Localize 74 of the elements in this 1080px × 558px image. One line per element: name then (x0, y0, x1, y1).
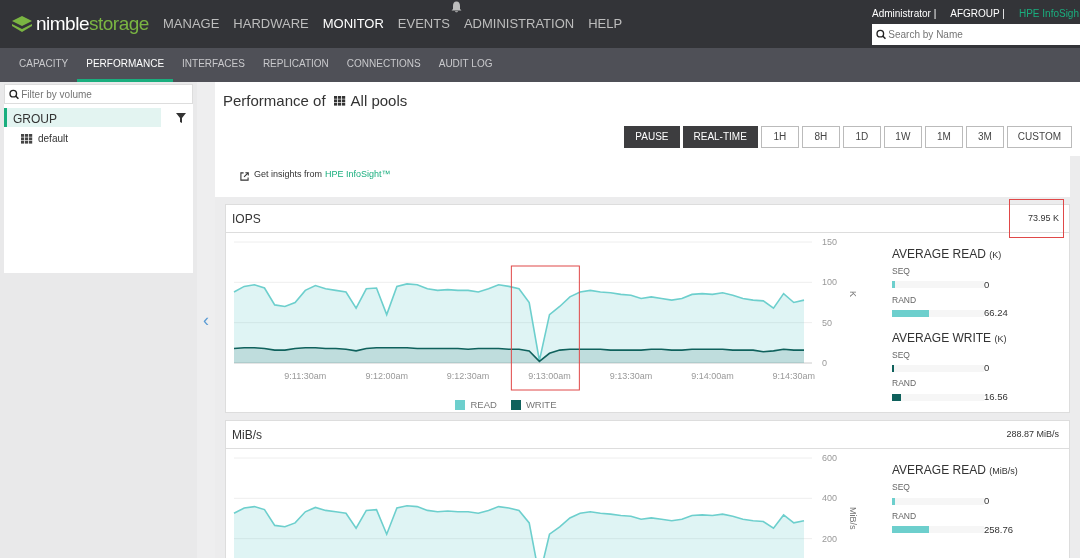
tab[interactable]: AUDIT LOG (429, 48, 502, 82)
time-button[interactable]: 1H (760, 125, 799, 148)
time-button[interactable]: 8H (801, 125, 840, 148)
insight-text: Get insights from (254, 167, 323, 181)
nav-item[interactable]: ADMINISTRATION (463, 14, 575, 34)
user-link[interactable]: AFGROUP | (950, 6, 1005, 21)
tab[interactable]: CONNECTIONS (337, 48, 430, 82)
panel-title: MiB/s (232, 426, 262, 444)
search-icon (876, 29, 887, 40)
axis-label: 9:11:30am (284, 371, 327, 381)
pool-name: All pools (350, 91, 408, 111)
search-field[interactable]: Search by Name (872, 24, 1080, 45)
tab[interactable]: INTERFACES (173, 48, 254, 82)
nav-item[interactable]: EVENTS (397, 14, 450, 34)
search-icon (9, 88, 20, 100)
stat-title: AVERAGE READ (MiB/s) (892, 462, 1019, 480)
axis-label: 9:12:00am (365, 371, 408, 381)
nav-item[interactable]: MANAGE (163, 14, 220, 34)
axis-label: 50 (822, 317, 832, 328)
axis-label: 100 (822, 277, 838, 288)
axis-label: 9:13:30am (609, 371, 653, 381)
axis-label: 9:12:30am (446, 371, 490, 381)
time-button[interactable]: REAL-TIME (682, 125, 758, 148)
grid-icon (333, 96, 346, 107)
stat-title: AVERAGE WRITE (K) (892, 329, 1008, 347)
filter-field[interactable]: Filter by volume (4, 84, 193, 104)
stat-value: 258.76 (984, 522, 1014, 537)
total-value: 73.95 K (1009, 199, 1063, 238)
nav-item[interactable]: HELP (588, 14, 623, 34)
group-item[interactable]: GROUP (4, 108, 161, 127)
stat-value: 0 (984, 493, 990, 508)
axis-label: 400 (822, 493, 838, 504)
stat-value: 66.24 (984, 306, 1008, 321)
stat-value: 16.56 (984, 389, 1008, 404)
time-button[interactable]: CUSTOM (1006, 125, 1072, 148)
stat-label: SEQ (892, 265, 911, 278)
stat-label: RAND (892, 293, 918, 307)
stat-label: RAND (892, 377, 918, 390)
total-value: 288.87 MiB/s (1005, 428, 1060, 441)
external-link-icon (240, 172, 249, 181)
nav-item[interactable]: HARDWARE (233, 14, 309, 34)
time-button[interactable]: 1M (924, 125, 963, 148)
tree-item[interactable]: default (4, 127, 69, 146)
stat-label: SEQ (892, 481, 911, 494)
tab[interactable]: REPLICATION (253, 48, 338, 82)
axis-title: K (848, 291, 858, 297)
filter-icon (176, 112, 186, 123)
legend-item[interactable]: WRITE (510, 398, 557, 413)
user-link[interactable]: Administrator | (872, 6, 937, 21)
axis-label: 200 (822, 533, 838, 544)
page-title: Performance of (223, 91, 326, 111)
axis-label: 9:14:00am (691, 371, 734, 381)
time-button[interactable]: 3M (965, 125, 1004, 148)
logo: nimblestorage (0, 9, 160, 39)
axis-label: 9:13:00am (528, 371, 571, 381)
stat-title: AVERAGE READ (K) (892, 246, 1003, 263)
tab[interactable]: CAPACITY (10, 48, 78, 82)
stat-value: 0 (984, 361, 990, 376)
stat-label: SEQ (892, 348, 911, 362)
time-button[interactable]: 1D (842, 125, 881, 148)
nav-item[interactable]: MONITOR (322, 14, 384, 34)
axis-label: 0 (822, 358, 827, 368)
panel-title: IOPS (232, 210, 261, 228)
infosight-link[interactable]: HPE InfoSigh (1018, 6, 1079, 21)
axis-label: 150 (822, 237, 838, 247)
stat-value: 0 (984, 277, 990, 292)
axis-label: 9:14:30am (772, 371, 816, 381)
axis-label: 600 (822, 453, 838, 464)
time-button[interactable]: PAUSE (624, 125, 680, 148)
axis-title: MiB/s (848, 507, 858, 530)
grid-icon (21, 133, 33, 144)
stat-label: RAND (892, 510, 918, 523)
time-button[interactable]: 1W (883, 125, 922, 148)
legend-item[interactable]: READ (455, 398, 497, 413)
